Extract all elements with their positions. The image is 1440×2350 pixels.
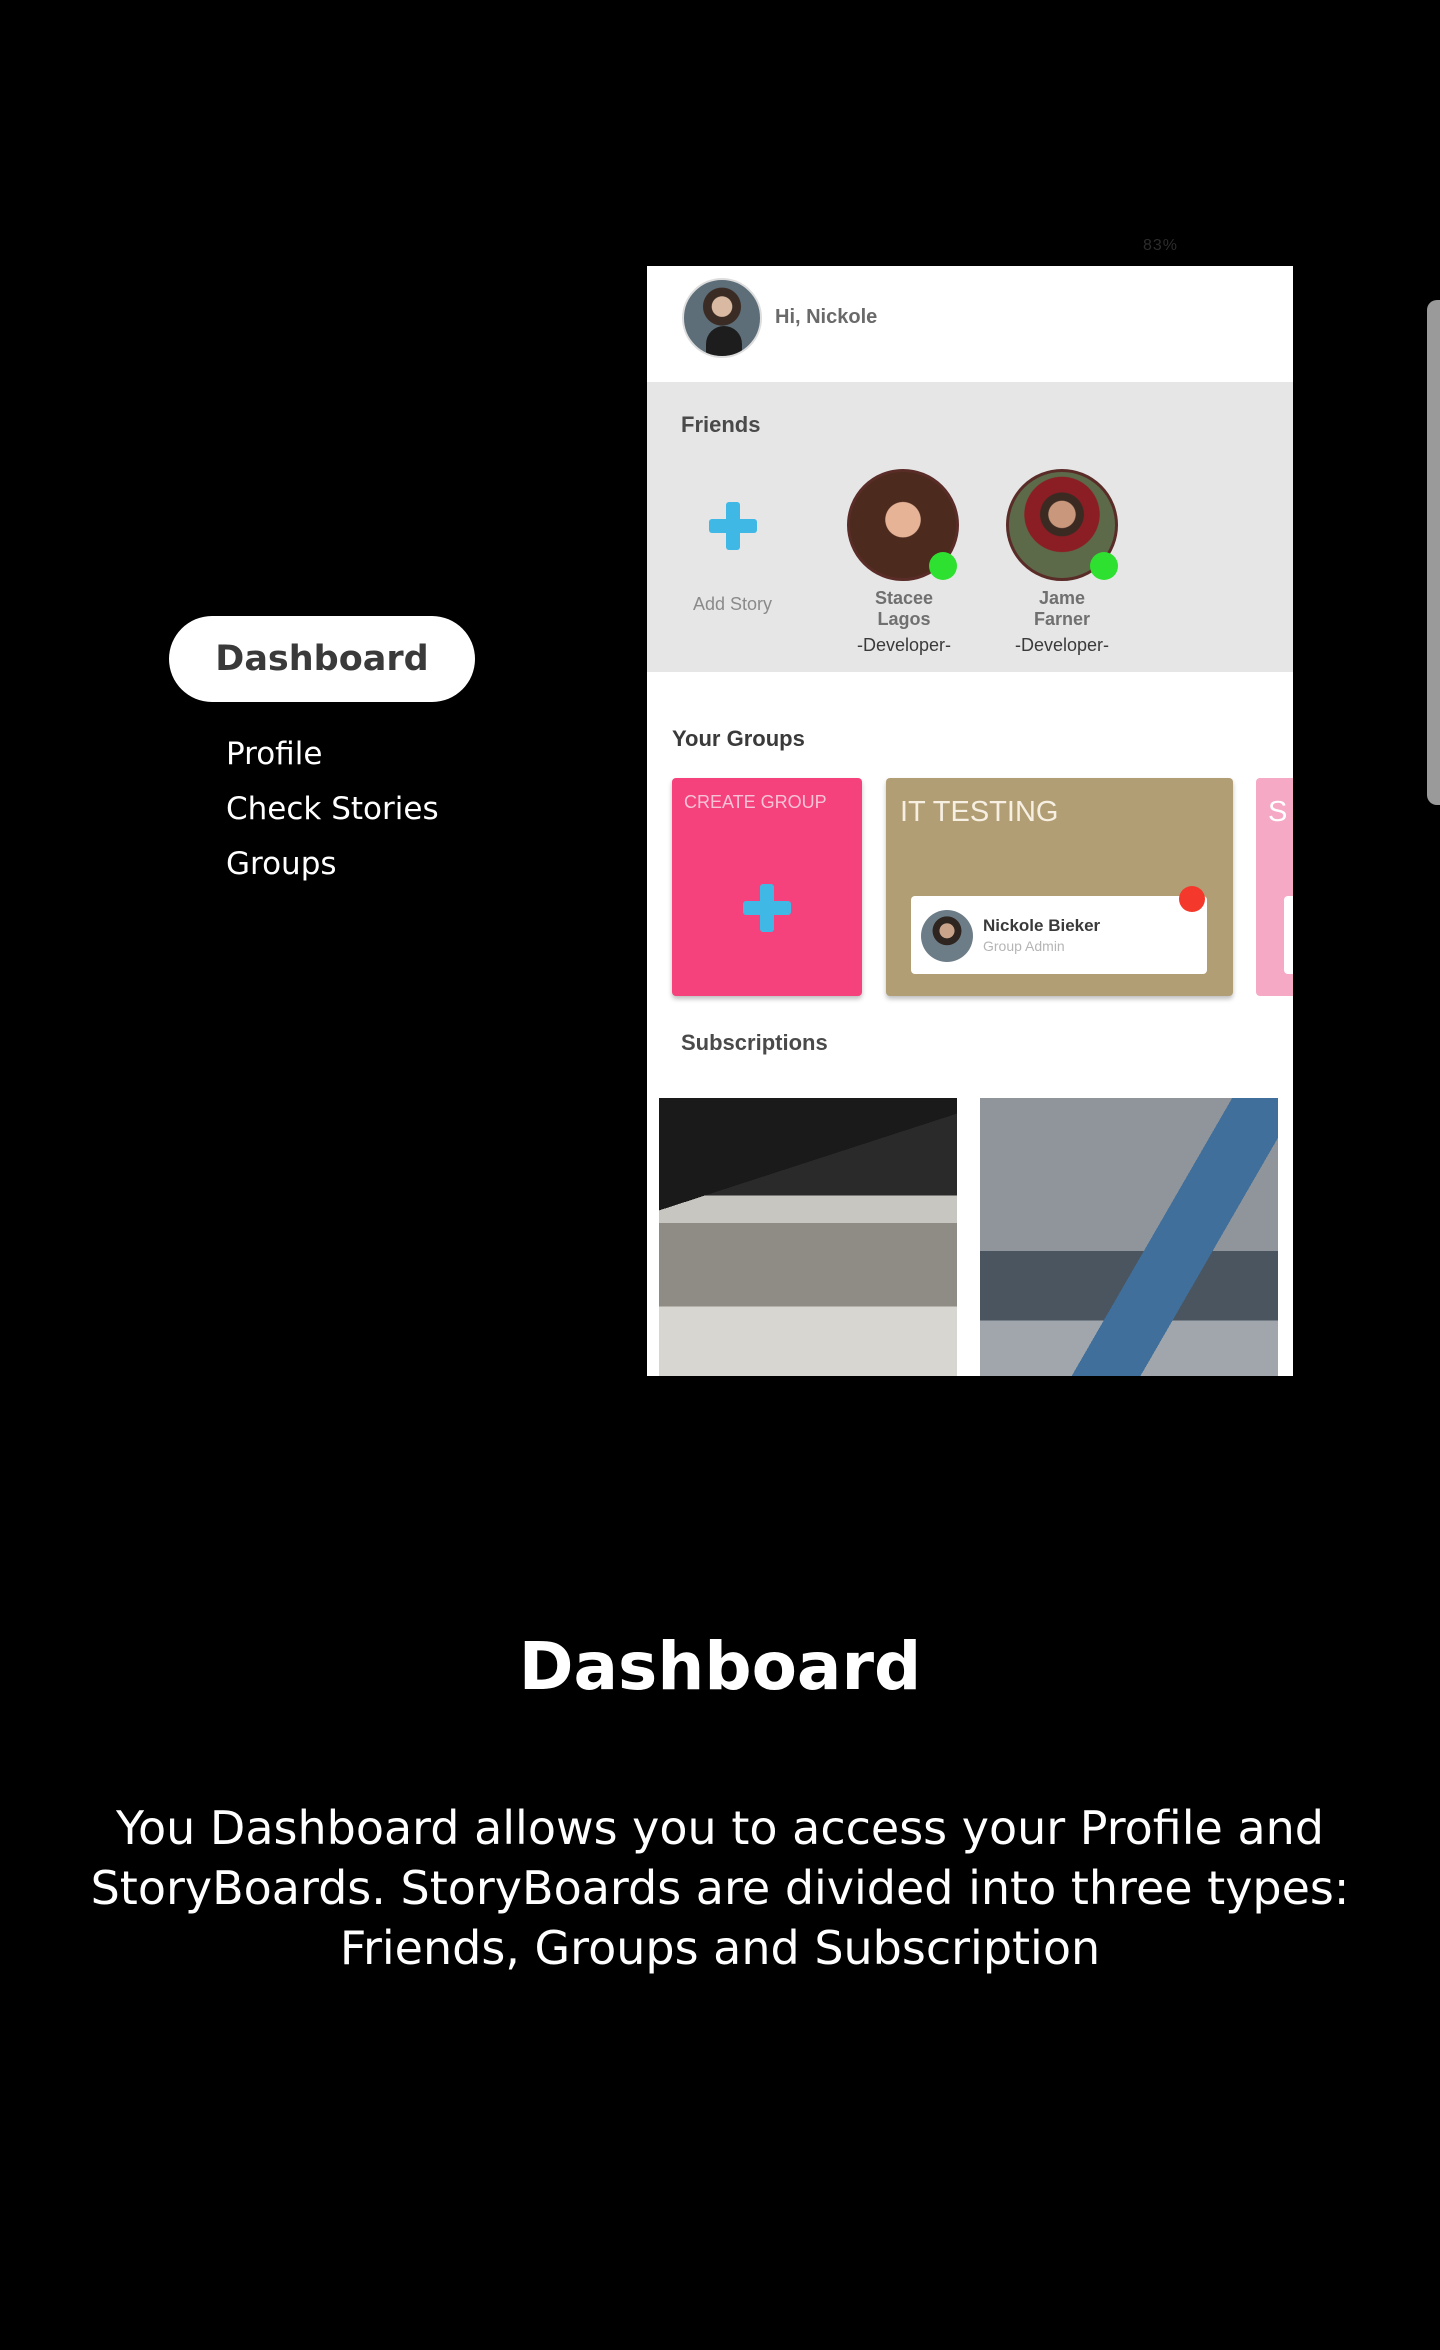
plus-icon [743, 884, 791, 932]
create-group-label: CREATE GROUP [684, 792, 827, 812]
friends-section: Friends Add Story Stacee Lagos -Develope… [647, 382, 1293, 672]
add-story-plus-icon[interactable] [709, 502, 757, 550]
menu-item-dashboard[interactable]: Dashboard [169, 616, 475, 702]
friend-role-jame: -Developer- [1014, 635, 1110, 655]
friend-name-jame: Jame Farner [1033, 588, 1091, 629]
admin-name: Nickole Bieker [983, 916, 1101, 935]
avatar[interactable] [682, 278, 762, 358]
greeting: Hi, Nickole [775, 306, 878, 328]
battery-indicator: 83% [1143, 237, 1179, 254]
group-admin-box-partial [1284, 896, 1293, 974]
menu-item-check-stories[interactable]: Check Stories [226, 791, 439, 827]
create-group-card[interactable]: CREATE GROUP [672, 778, 862, 996]
menu-item-profile[interactable]: Profile [226, 736, 322, 772]
phone-screen: Hi, Nickole Friends Add Story Stacee Lag… [647, 266, 1293, 1376]
page-description: You Dashboard allows you to access your … [90, 1801, 1350, 1975]
group-name-partial: S [1268, 796, 1288, 828]
online-status-icon [929, 552, 957, 580]
group-admin-box: Nickole Bieker Group Admin [911, 896, 1207, 974]
admin-avatar [921, 910, 973, 962]
add-story-label: Add Story [693, 594, 773, 614]
group-card-it-testing[interactable]: IT TESTING Nickole Bieker Group Admin [886, 778, 1233, 996]
subscription-thumbnail[interactable] [980, 1098, 1278, 1376]
subscriptions-title: Subscriptions [681, 1030, 828, 1055]
group-name: IT TESTING [900, 796, 1059, 828]
friend-role-stacee: -Developer- [856, 635, 952, 655]
group-card-partial[interactable]: S [1256, 778, 1293, 996]
scrollbar[interactable] [1427, 300, 1440, 805]
admin-role: Group Admin [983, 938, 1065, 954]
phone-header: Hi, Nickole [647, 266, 1293, 382]
subscription-thumbnail[interactable] [659, 1098, 957, 1376]
online-status-icon [1090, 552, 1118, 580]
friends-title: Friends [681, 412, 761, 437]
notification-dot-icon [1179, 886, 1205, 912]
groups-title: Your Groups [672, 726, 805, 751]
page-title: Dashboard [518, 1628, 922, 1705]
friend-name-stacee: Stacee Lagos [874, 588, 934, 629]
menu-item-groups[interactable]: Groups [226, 846, 337, 882]
